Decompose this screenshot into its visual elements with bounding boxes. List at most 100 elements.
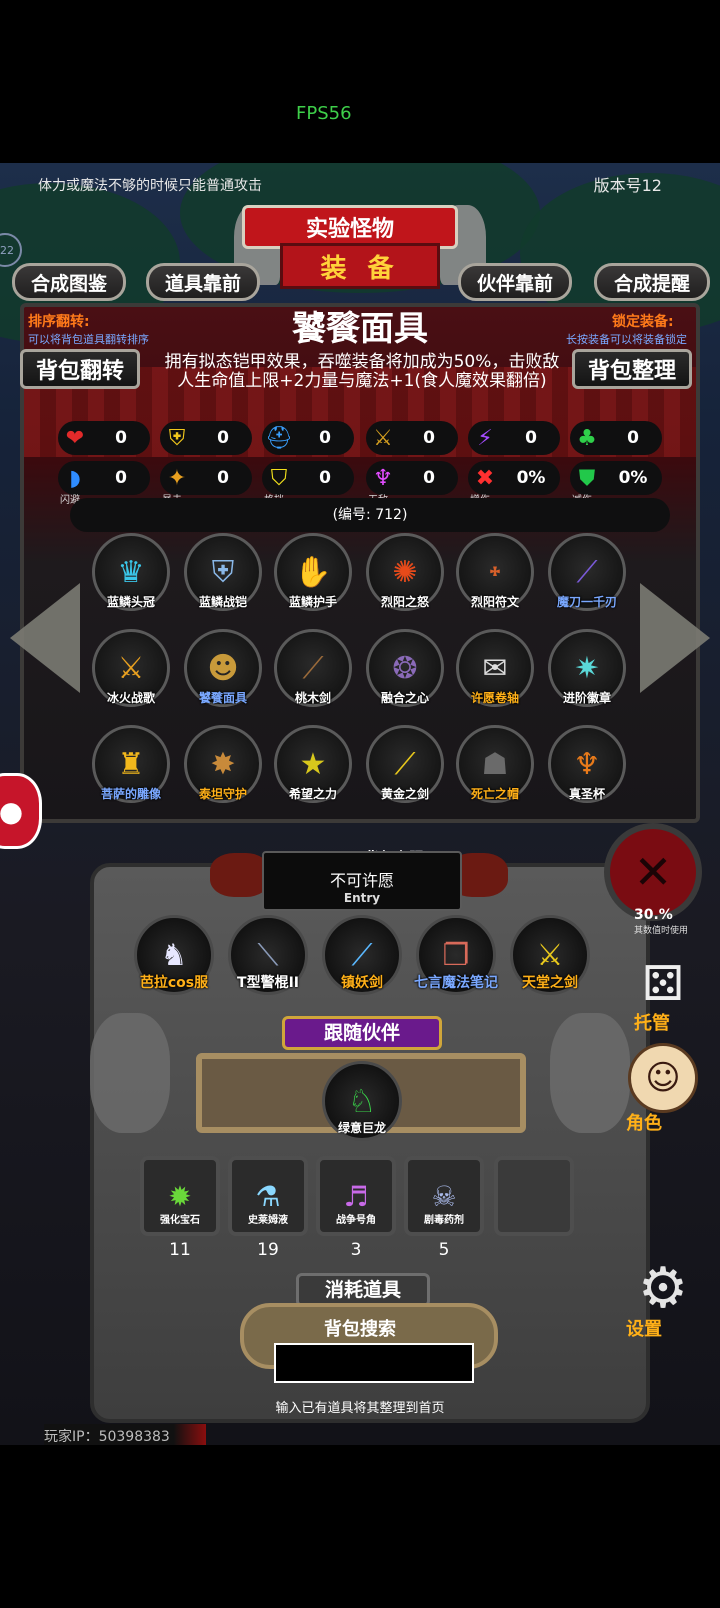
equipment-banner: 装 备 [280, 243, 440, 289]
inventory-slot[interactable]: ✉ 许愿卷轴 [456, 629, 534, 707]
inventory-slot[interactable]: ✋ 蓝鳞护手 [274, 533, 352, 611]
search-hint: 输入已有道具将其整理到首页 [275, 1401, 445, 1416]
item-icon: ⚔ [117, 650, 145, 686]
wish-status: 不可许愿 [329, 871, 394, 890]
inventory-slot[interactable]: ⟋ 桃木剑 [274, 629, 352, 707]
inventory-slot[interactable]: ⟋ 魔刀一千刃 [548, 533, 626, 611]
equipped-item-name: T型警棍II [237, 975, 299, 991]
item-name: 进阶徽章 [562, 691, 611, 705]
equipped-item-icon: ♞ [160, 937, 188, 973]
consumable-count: 11 [169, 1240, 191, 1260]
item-name: 桃木剑 [294, 691, 331, 705]
item-icon: ✸ [210, 746, 236, 782]
clover-icon: ♣ [577, 425, 597, 451]
equipped-slot[interactable]: ⚔ 天堂之剑 [510, 915, 590, 995]
stat-damage-up: ✖0%增伤 [468, 461, 560, 506]
sort-flip-desc: 可以将背包道具翻转排序 [28, 333, 149, 346]
consumable-slot[interactable]: ♬ 战争号角 3 [316, 1156, 396, 1260]
equipped-item-icon: ⟍ [257, 937, 279, 973]
backpack-flip-button[interactable]: 背包翻转 [20, 349, 140, 389]
inventory-slot[interactable]: ✸ 泰坦守护 [184, 725, 262, 803]
item-code: (编号: 712) [70, 498, 670, 532]
consumable-icon: ♬ [343, 1179, 369, 1213]
stat-value: 0 [217, 468, 229, 488]
equipped-slot[interactable]: ❐ 七言魔法笔记 [414, 915, 498, 995]
inventory-slot[interactable]: ♜ 菩萨的雕像 [92, 725, 170, 803]
consumable-name: 强化宝石 [160, 1215, 200, 1226]
item-name: 黄金之剑 [380, 787, 429, 801]
item-icon: ✺ [392, 554, 418, 590]
item-name: 烈阳之怒 [380, 595, 429, 609]
tab-synthesis-codex[interactable]: 合成图鉴 [12, 263, 126, 301]
inventory-slot[interactable]: ♛ 蓝鳞头冠 [92, 533, 170, 611]
tab-items-first[interactable]: 道具靠前 [146, 263, 260, 301]
tab-partners-first[interactable]: 伙伴靠前 [458, 263, 572, 301]
block-icon: ⛉ [270, 465, 288, 491]
settings-label[interactable]: 设置 [626, 1315, 662, 1341]
inventory-slot[interactable]: ⟋ 黄金之剑 [366, 725, 444, 803]
consumable-slot[interactable]: ☠ 剧毒药剂 5 [404, 1156, 484, 1260]
backpack-arrange-button[interactable]: 背包整理 [572, 349, 692, 389]
empty-consumable-slot[interactable] [494, 1156, 574, 1236]
consumable-icon: ✹ [168, 1179, 192, 1213]
consumable-icon: ☠ [431, 1179, 457, 1213]
user-icon: ● [0, 794, 24, 828]
equipped-item-icon: ⟋ [351, 937, 373, 973]
role-label[interactable]: 角色 [626, 1109, 662, 1135]
wing-left-icon [210, 853, 270, 897]
stat-dodge: ◗ 0 闪避 [58, 461, 150, 506]
gear-icon[interactable]: ⚙ [630, 1255, 696, 1321]
stat-value: 0 [115, 468, 127, 488]
dice-icon[interactable]: ⚄ [628, 953, 698, 1015]
right-subtext: 其数值时使用 [634, 926, 689, 936]
dodge-icon: ◗ [69, 465, 81, 491]
stat-value: 0 [217, 428, 229, 448]
stat-value: 0 [319, 468, 331, 488]
item-name: 饕餮面具 [198, 691, 247, 705]
hooded-figure-icon: ☺ [645, 1058, 681, 1098]
role-button[interactable]: ☺ [628, 1043, 698, 1113]
user-avatar[interactable]: ● [0, 773, 42, 849]
inventory-slot[interactable]: ★ 希望之力 [274, 725, 352, 803]
follower-slot[interactable]: ♘ 绿意巨龙 [322, 1061, 402, 1141]
helmet-icon: ⛑ [265, 425, 293, 451]
search-input[interactable] [274, 1343, 474, 1383]
consumable-count: 19 [257, 1240, 279, 1260]
item-icon: ✉ [482, 650, 508, 686]
inventory-slot[interactable]: ⚔ 冰火战歌 [92, 629, 170, 707]
inventory-slot[interactable]: ✷ 进阶徽章 [548, 629, 626, 707]
inventory-slot[interactable]: ☻ 饕餮面具 [184, 629, 262, 707]
consumable-name: 史莱姆液 [248, 1215, 288, 1226]
item-icon: ⟋ [576, 554, 598, 590]
lightning-icon: ⚡ [477, 425, 493, 451]
right-percent: 30.% [634, 907, 673, 923]
equipped-item-name: 天堂之剑 [522, 975, 578, 991]
stat-value: 0 [115, 428, 127, 448]
consumable-slot[interactable]: ✹ 强化宝石 11 [140, 1156, 220, 1260]
inventory-slot[interactable]: ⛨ 蓝鳞战铠 [184, 533, 262, 611]
inventory-slot[interactable]: ᛭ 烈阳符文 [456, 533, 534, 611]
consumable-slot[interactable]: ⚗ 史莱姆液 19 [228, 1156, 308, 1260]
inventory-slot[interactable]: ☗ 死亡之帽 [456, 725, 534, 803]
dragon-statue-right-icon [550, 1013, 630, 1133]
stat-value: 0 [319, 428, 331, 448]
consumable-count: 5 [438, 1240, 450, 1260]
inventory-slot[interactable]: ❂ 融合之心 [366, 629, 444, 707]
item-icon: ⛨ [211, 554, 235, 590]
stat-helmet: ⛑ 0 [262, 421, 354, 455]
equipped-slot[interactable]: ⟍ T型警棍II [228, 915, 308, 995]
stat-damage-down: ⛊0%减伤 [570, 461, 662, 506]
inventory-slot[interactable]: ✺ 烈阳之怒 [366, 533, 444, 611]
consumable-name: 剧毒药剂 [424, 1215, 464, 1226]
inventory-slot[interactable]: ♆ 真圣杯 [548, 725, 626, 803]
wish-box[interactable]: 不可许愿 Entry [262, 851, 462, 911]
equipped-item-icon: ❐ [442, 937, 470, 973]
item-icon: ⟋ [302, 650, 324, 686]
auto-label[interactable]: 托管 [634, 1009, 670, 1035]
equipped-slot[interactable]: ♞ 芭拉cos服 [134, 915, 214, 995]
stat-value: 0% [516, 468, 546, 488]
equipped-slot[interactable]: ⟋ 镇妖剑 [322, 915, 402, 995]
item-name: 融合之心 [380, 691, 429, 705]
tab-synthesis-reminder[interactable]: 合成提醒 [594, 263, 710, 301]
item-name: 菩萨的雕像 [100, 787, 161, 801]
